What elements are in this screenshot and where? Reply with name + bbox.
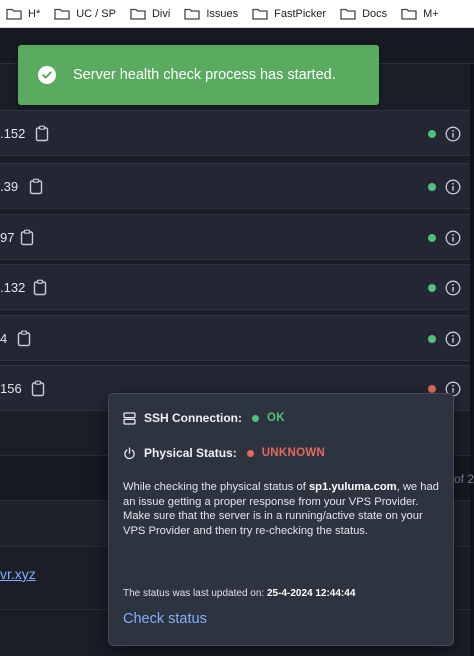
info-icon[interactable] (445, 331, 461, 347)
scrollbar[interactable] (470, 64, 474, 656)
server-ip: .132 (0, 280, 26, 295)
server-row[interactable]: .152 (0, 110, 470, 156)
power-icon (124, 446, 135, 459)
bookmark-label: Issues (206, 7, 239, 20)
hostname: sp1.yuluma.com (308, 481, 397, 493)
bookmark-divi[interactable]: Divi (124, 0, 178, 27)
bookmark-m[interactable]: M+ (395, 0, 447, 27)
desc-prefix: While checking the physical status of (123, 481, 309, 493)
server-row[interactable]: .39 (0, 163, 470, 209)
clipboard-icon[interactable] (29, 178, 43, 195)
info-icon[interactable] (445, 126, 461, 142)
ssh-connection-line: SSH Connection: OK (123, 411, 285, 425)
physical-value: UNKNOWN (261, 447, 326, 459)
check-circle-icon (38, 66, 56, 84)
clipboard-icon[interactable] (35, 125, 49, 142)
physical-status-dot (246, 449, 254, 457)
updated-label: The status was last updated on: (123, 588, 267, 599)
physical-status-line: Physical Status: UNKNOWN (123, 446, 325, 460)
folder-icon (340, 8, 356, 20)
toast-message: Server health check process has started. (73, 67, 336, 83)
server-ip: 156 (0, 381, 22, 396)
clipboard-icon[interactable] (20, 229, 34, 246)
server-ip: .39 (0, 179, 19, 194)
check-status-button[interactable]: Check status (123, 611, 207, 627)
info-icon[interactable] (445, 280, 461, 296)
status-dot (428, 335, 436, 343)
server-ip: 97 (0, 230, 15, 245)
folder-icon (184, 8, 200, 20)
clipboard-icon[interactable] (31, 380, 45, 397)
status-dot (428, 385, 436, 393)
bookmark-issues[interactable]: Issues (178, 0, 246, 27)
bookmark-uc-sp[interactable]: UC / SP (48, 0, 124, 27)
folder-icon (401, 8, 417, 20)
server-row[interactable]: 4 (0, 315, 470, 361)
physical-label: Physical Status: (144, 446, 237, 460)
bookmark-docs[interactable]: Docs (334, 0, 395, 27)
info-icon[interactable] (445, 230, 461, 246)
last-updated: The status was last updated on: 25-4-202… (123, 588, 355, 599)
domain-link[interactable]: vr.xyz (0, 566, 36, 582)
bookmark-h[interactable]: H* (0, 0, 48, 27)
bookmark-label: H* (28, 7, 41, 20)
bookmark-label: Docs (362, 7, 388, 20)
folder-icon (130, 8, 146, 20)
server-row[interactable]: .132 (0, 264, 470, 310)
server-status-popover: SSH Connection: OK Physical Status: UNKN… (108, 393, 454, 646)
info-icon[interactable] (445, 179, 461, 195)
server-row[interactable]: 97 (0, 214, 470, 260)
status-dot (428, 183, 436, 191)
updated-value: 25-4-2024 12:44:44 (266, 588, 356, 599)
folder-icon (6, 8, 22, 20)
status-dot (428, 284, 436, 292)
server-ip: .152 (0, 126, 26, 141)
clipboard-icon[interactable] (17, 330, 31, 347)
server-ip: 4 (0, 331, 8, 346)
ssh-status-dot (252, 414, 259, 422)
folder-icon (54, 8, 70, 20)
clipboard-icon[interactable] (33, 279, 47, 296)
bookmark-label: FastPicker (274, 7, 327, 20)
ssh-value: OK (267, 412, 285, 424)
ssh-label: SSH Connection: (144, 411, 242, 425)
server-icon (123, 411, 136, 425)
bookmark-label: Divi (151, 7, 171, 20)
bookmarks-bar: H* UC / SP Divi Issues FastPicker Docs M… (0, 0, 474, 28)
folder-icon (252, 8, 268, 20)
status-description: While checking the physical status of sp… (123, 480, 441, 538)
bookmark-fastpicker[interactable]: FastPicker (246, 0, 334, 27)
bookmark-label: M+ (423, 7, 439, 20)
status-dot (428, 130, 436, 138)
pagination-text: of 2 (454, 472, 474, 486)
status-dot (428, 234, 436, 242)
success-toast[interactable]: Server health check process has started. (18, 45, 379, 105)
bookmark-label: UC / SP (76, 7, 116, 20)
